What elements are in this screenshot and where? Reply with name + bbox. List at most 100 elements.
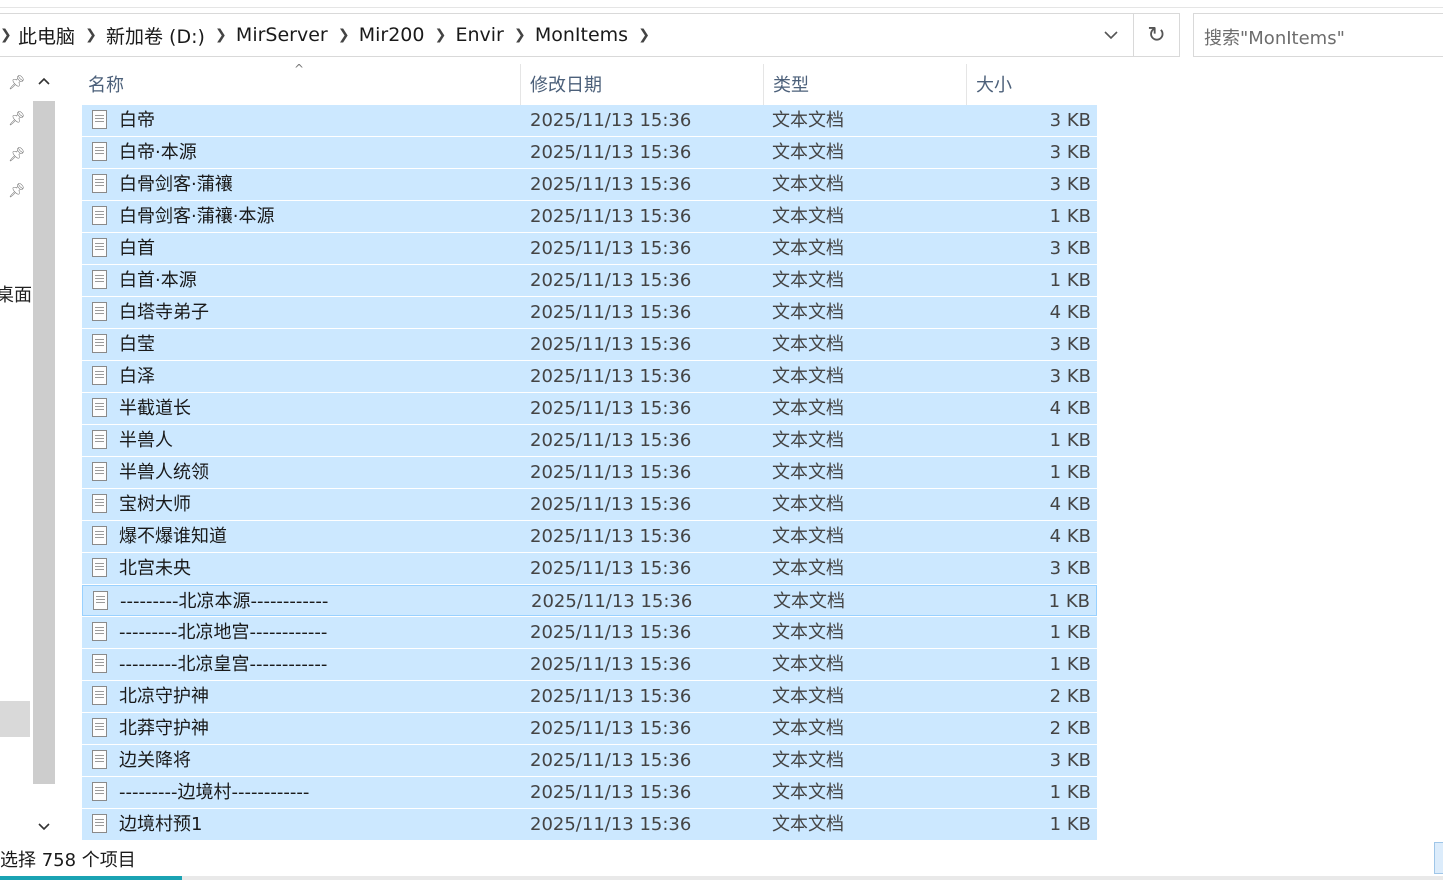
breadcrumb-mirserver[interactable]: MirServer — [232, 24, 333, 46]
file-size: 1 KB — [1049, 206, 1091, 227]
pin-icon[interactable]: 📌︎ — [8, 111, 26, 129]
file-name: 北莽守护神 — [119, 718, 209, 739]
file-row[interactable]: 白帝·本源 2025/11/13 15:36 文本文档 3 KB — [82, 137, 1097, 168]
file-date: 2025/11/13 15:36 — [530, 238, 692, 259]
file-row[interactable]: 北宫未央 2025/11/13 15:36 文本文档 3 KB — [82, 553, 1097, 584]
file-date: 2025/11/13 15:36 — [530, 686, 692, 707]
file-type: 文本文档 — [772, 110, 844, 131]
text-file-icon — [92, 494, 107, 513]
file-row[interactable]: 宝树大师 2025/11/13 15:36 文本文档 4 KB — [82, 489, 1097, 520]
chevron-right-icon[interactable]: ❯ — [210, 27, 232, 43]
file-size: 3 KB — [1049, 366, 1091, 387]
file-name: 半兽人 — [119, 430, 173, 451]
view-toggle-button[interactable] — [1434, 842, 1443, 874]
nav-item-desktop[interactable]: 桌面 — [0, 281, 32, 307]
file-date: 2025/11/13 15:36 — [530, 558, 692, 579]
text-file-icon — [92, 270, 107, 289]
file-type: 文本文档 — [772, 174, 844, 195]
text-file-icon — [92, 750, 107, 769]
file-list: ^ 名称 修改日期 类型 大小 白帝 2025/11/13 15:36 文本文档 3 … — [82, 62, 1097, 841]
column-header-name[interactable]: 名称 — [82, 64, 520, 105]
file-row[interactable]: 北莽守护神 2025/11/13 15:36 文本文档 2 KB — [82, 713, 1097, 744]
file-size: 2 KB — [1049, 686, 1091, 707]
address-history-dropdown[interactable] — [1089, 14, 1133, 56]
breadcrumb-mir200[interactable]: Mir200 — [355, 24, 430, 46]
file-date: 2025/11/13 15:36 — [530, 494, 692, 515]
file-row[interactable]: 白帝 2025/11/13 15:36 文本文档 3 KB — [82, 105, 1097, 136]
file-row[interactable]: 白塔寺弟子 2025/11/13 15:36 文本文档 4 KB — [82, 297, 1097, 328]
scroll-thumb[interactable] — [33, 101, 55, 784]
file-name: 北凉守护神 — [119, 686, 209, 707]
column-header-size[interactable]: 大小 — [970, 64, 1097, 105]
scroll-up-button[interactable] — [32, 66, 56, 96]
column-divider[interactable] — [520, 64, 521, 105]
file-name: 边境村预1 — [119, 814, 203, 835]
text-file-icon — [92, 206, 107, 225]
file-row[interactable]: 白骨剑客·蒲禳 2025/11/13 15:36 文本文档 3 KB — [82, 169, 1097, 200]
chevron-right-icon[interactable]: ❯ — [429, 27, 451, 43]
breadcrumb: ❯ 此电脑 ❯ 新加卷 (D:) ❯ MirServer ❯ Mir200 ❯ … — [0, 14, 655, 56]
breadcrumb-envir[interactable]: Envir — [451, 24, 508, 46]
file-row[interactable]: ---------边境村------------ 2025/11/13 15:36… — [82, 777, 1097, 808]
file-row[interactable]: 白首 2025/11/13 15:36 文本文档 3 KB — [82, 233, 1097, 264]
file-size: 2 KB — [1049, 718, 1091, 739]
column-divider[interactable] — [966, 64, 967, 105]
file-type: 文本文档 — [772, 302, 844, 323]
file-row[interactable]: 白莹 2025/11/13 15:36 文本文档 3 KB — [82, 329, 1097, 360]
file-date: 2025/11/13 15:36 — [530, 206, 692, 227]
file-size: 3 KB — [1049, 558, 1091, 579]
text-file-icon — [92, 622, 107, 641]
column-divider[interactable] — [763, 64, 764, 105]
file-row[interactable]: 半截道长 2025/11/13 15:36 文本文档 4 KB — [82, 393, 1097, 424]
file-name: ---------边境村------------ — [119, 782, 310, 803]
file-date: 2025/11/13 15:36 — [530, 622, 692, 643]
file-row[interactable]: 边关降将 2025/11/13 15:36 文本文档 3 KB — [82, 745, 1097, 776]
pin-icon[interactable]: 📌︎ — [8, 75, 26, 93]
file-size: 1 KB — [1049, 654, 1091, 675]
file-type: 文本文档 — [773, 591, 845, 612]
nav-item-selected[interactable] — [0, 701, 30, 737]
file-row[interactable]: 白泽 2025/11/13 15:36 文本文档 3 KB — [82, 361, 1097, 392]
column-header-type[interactable]: 类型 — [767, 64, 967, 105]
chevron-right-icon: ❯ — [0, 27, 12, 43]
pin-icon[interactable]: 📌︎ — [8, 183, 26, 201]
file-row[interactable]: 北凉守护神 2025/11/13 15:36 文本文档 2 KB — [82, 681, 1097, 712]
file-row[interactable]: ---------北凉本源------------ 2025/11/13 15:3… — [82, 585, 1097, 616]
column-header-date[interactable]: 修改日期 — [524, 64, 764, 105]
file-size: 3 KB — [1049, 142, 1091, 163]
chevron-right-icon[interactable]: ❯ — [633, 27, 655, 43]
file-name: 半截道长 — [119, 398, 191, 419]
nav-scrollbar[interactable] — [32, 64, 56, 842]
file-type: 文本文档 — [772, 270, 844, 291]
breadcrumb-drive-d[interactable]: 新加卷 (D:) — [102, 22, 210, 49]
file-date: 2025/11/13 15:36 — [530, 398, 692, 419]
file-name: 边关降将 — [119, 750, 191, 771]
chevron-right-icon[interactable]: ❯ — [509, 27, 531, 43]
file-row[interactable]: 边境村预1 2025/11/13 15:36 文本文档 1 KB — [82, 809, 1097, 840]
scroll-down-button[interactable] — [32, 812, 56, 842]
file-name: 白塔寺弟子 — [119, 302, 209, 323]
file-date: 2025/11/13 15:36 — [530, 302, 692, 323]
pin-icon[interactable]: 📌︎ — [8, 147, 26, 165]
text-file-icon — [92, 398, 107, 417]
file-row[interactable]: 半兽人 2025/11/13 15:36 文本文档 1 KB — [82, 425, 1097, 456]
file-row[interactable]: ---------北凉皇宫------------ 2025/11/13 15:3… — [82, 649, 1097, 680]
file-type: 文本文档 — [772, 654, 844, 675]
chevron-right-icon[interactable]: ❯ — [80, 27, 102, 43]
breadcrumb-this-pc[interactable]: 此电脑 — [14, 22, 80, 49]
file-date: 2025/11/13 15:36 — [530, 366, 692, 387]
file-row[interactable]: ---------北凉地宫------------ 2025/11/13 15:3… — [82, 617, 1097, 648]
file-date: 2025/11/13 15:36 — [530, 782, 692, 803]
file-name: 白首·本源 — [119, 270, 197, 291]
file-row[interactable]: 白首·本源 2025/11/13 15:36 文本文档 1 KB — [82, 265, 1097, 296]
search-input[interactable]: 搜索"MonItems" — [1193, 13, 1443, 57]
chevron-right-icon[interactable]: ❯ — [333, 27, 355, 43]
taskbar-edge — [0, 876, 1443, 880]
text-file-icon — [92, 782, 107, 801]
file-row[interactable]: 白骨剑客·蒲禳·本源 2025/11/13 15:36 文本文档 1 KB — [82, 201, 1097, 232]
refresh-button[interactable]: ↻ — [1134, 13, 1180, 57]
address-bar[interactable]: ❯ 此电脑 ❯ 新加卷 (D:) ❯ MirServer ❯ Mir200 ❯ … — [0, 13, 1134, 57]
file-row[interactable]: 爆不爆谁知道 2025/11/13 15:36 文本文档 4 KB — [82, 521, 1097, 552]
breadcrumb-monitems[interactable]: MonItems — [531, 24, 633, 46]
file-row[interactable]: 半兽人统领 2025/11/13 15:36 文本文档 1 KB — [82, 457, 1097, 488]
